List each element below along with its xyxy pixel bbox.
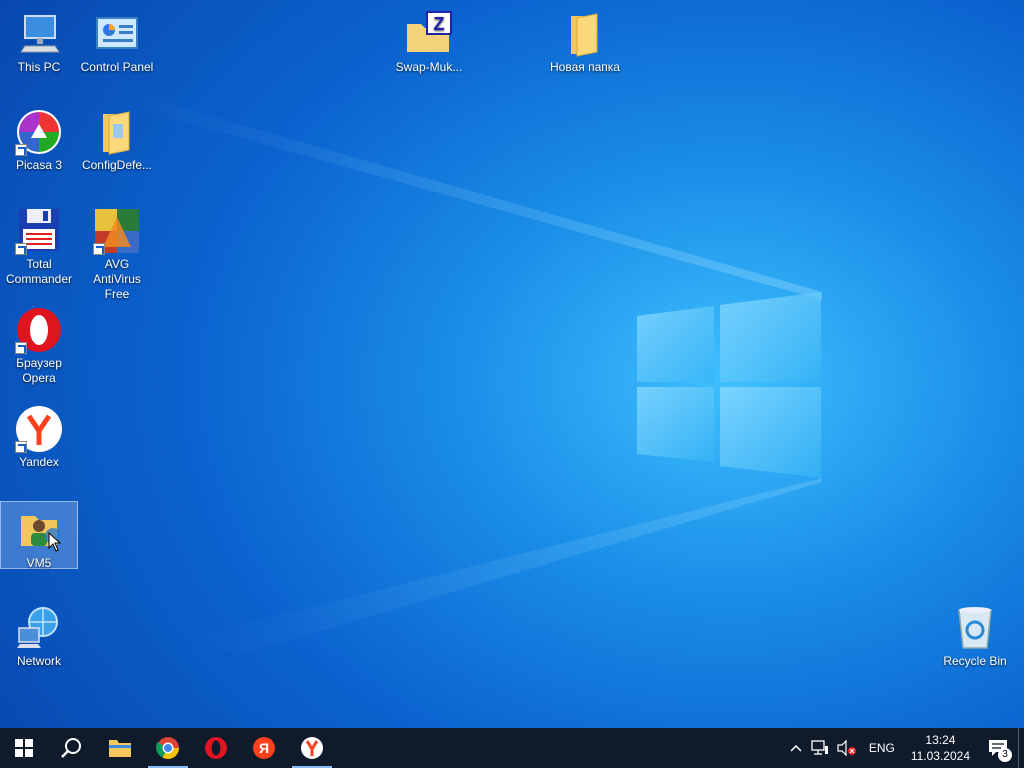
opera-icon [15,306,63,354]
yandex-browser-icon [301,737,323,759]
zip-folder-icon: Z [405,10,453,58]
taskbar-yandex-browser[interactable] [288,728,336,768]
desktop-icon-label: ConfigDefe... [81,158,153,172]
taskbar: Я ENG 13:24 11.03.2024 3 [0,728,1024,768]
desktop-icon-total-commander[interactable]: Total Commander [0,203,78,287]
language-indicator: ENG [868,741,895,755]
shortcut-arrow-icon [15,342,27,354]
desktop-icon-label: This PC [17,60,61,74]
desktop-icon-label: Total [26,257,52,271]
show-hidden-icons-button[interactable] [785,728,807,768]
desktop-icon-control-panel[interactable]: Control Panel [78,6,156,75]
computer-icon [15,10,63,58]
taskbar-file-explorer[interactable] [96,728,144,768]
clock-time: 13:24 [925,733,956,747]
yandex-ya-icon: Я [253,737,275,759]
speaker-muted-icon [837,740,856,756]
notifications-button[interactable]: 3 [978,728,1018,768]
desktop-icon-label: VM5 [26,556,52,570]
desktop-icon-label: AVG AntiVirus [93,257,141,286]
shortcut-arrow-icon [15,144,27,156]
svg-text:Z: Z [434,14,445,34]
notification-count-badge: 3 [998,748,1012,762]
windows-start-icon [15,739,33,757]
shortcut-arrow-icon [93,243,105,255]
taskbar-yandex[interactable]: Я [240,728,288,768]
opera-icon [205,737,227,759]
desktop-icon-label: Swap-Muk... [395,60,463,74]
desktop-icon-label: Free [104,287,130,301]
desktop-icon-network[interactable]: Network [0,600,78,669]
clock-button[interactable]: 13:24 11.03.2024 [903,728,978,768]
desktop-icon-label: Network [16,654,61,668]
show-desktop-button[interactable] [1018,728,1024,768]
taskbar-chrome[interactable] [144,728,192,768]
volume-button[interactable] [833,728,861,768]
folder-icon [561,10,609,58]
desktop-icon-label: Opera [22,371,56,385]
search-icon [61,738,81,758]
chevron-up-icon [790,744,802,752]
desktop-icon-label: Браузер [16,356,62,370]
start-button[interactable] [0,728,48,768]
file-explorer-icon [109,740,131,757]
desktop-icon-configdefe[interactable]: ConfigDefe... [78,104,156,173]
desktop-icon-recycle-bin[interactable]: Recycle Bin [936,600,1014,669]
desktop-icon-yandex[interactable]: Yandex [0,401,78,470]
shortcut-arrow-icon [15,441,27,453]
chrome-icon [156,737,179,759]
desktop-icon-picasa[interactable]: Picasa 3 [0,104,78,173]
desktop-icon-label: Picasa 3 [15,158,63,172]
desktop-icon-vm5[interactable]: VM5 [0,501,78,570]
desktop-icon-this-pc[interactable]: This PC [0,6,78,75]
shortcut-arrow-icon [15,243,27,255]
network-status-button[interactable] [807,728,833,768]
clock-date: 11.03.2024 [910,749,970,763]
desktop-icon-label: Commander [5,272,73,286]
floppy-disk-icon [15,207,63,255]
yandex-browser-icon [15,405,63,453]
desktop-icon-opera[interactable]: Браузер Opera [0,302,78,386]
desktop-icon-swap[interactable]: Z Swap-Muk... [390,6,468,75]
recycle-bin-icon [951,604,999,652]
network-globe-icon [15,604,63,652]
desktop-icon-new-folder[interactable]: Новая папка [546,6,624,75]
desktop-icon-label: Yandex [19,455,59,469]
mouse-cursor-icon [48,532,62,552]
folder-icon [93,108,141,156]
system-tray: ENG 13:24 11.03.2024 3 [785,728,1024,768]
avg-antivirus-icon [93,207,141,255]
network-wired-icon [811,740,828,755]
desktop-icon-label: Recycle Bin [943,654,1007,668]
picasa-icon [15,108,63,156]
input-language-button[interactable]: ENG [861,728,903,768]
desktop-icon-label: Новая папка [550,60,620,74]
svg-text:Я: Я [259,740,269,756]
desktop-icon-label: Control Panel [80,60,154,74]
taskbar-opera[interactable] [192,728,240,768]
desktop-icon-avg-antivirus[interactable]: AVG AntiVirus Free [78,203,156,302]
search-button[interactable] [48,728,96,768]
control-panel-icon [93,10,141,58]
